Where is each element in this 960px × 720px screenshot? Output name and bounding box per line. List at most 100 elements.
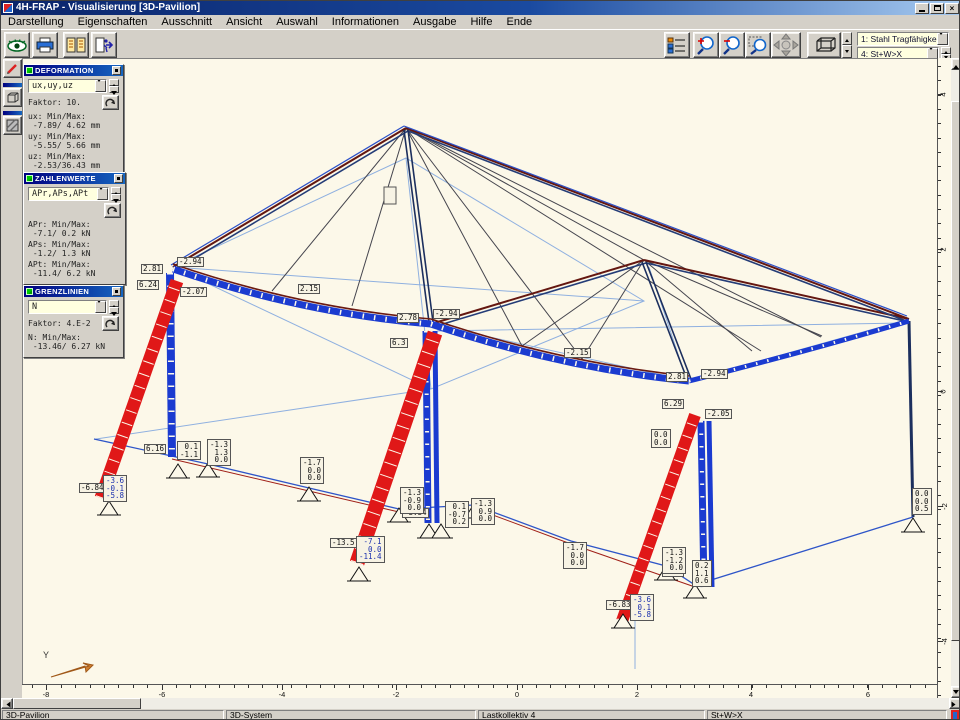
zahlenwerte-spinner[interactable] (111, 187, 121, 201)
pencil-icon (6, 62, 19, 75)
grenzlinien-select-value: N (32, 302, 37, 312)
minmax-value: -2.53/36.43 mm (28, 161, 119, 170)
close-button[interactable]: × (945, 3, 959, 14)
minmax-label: APr: Min/Max: (28, 220, 121, 229)
ruler-horizontal: -8-6-4-20246 (22, 684, 937, 698)
deformation-minmax-rows: ux: Min/Max: -7.89/ 4.62 mmuy: Min/Max: … (28, 112, 119, 170)
deformation-panel-title: DEFORMATION (35, 66, 94, 75)
menu-ausgabe[interactable]: Ausgabe (406, 15, 463, 29)
loadcase-combo-value: 1: Stahl Tragfähigkeit (Th. 1. Or (861, 34, 949, 44)
grenzlinien-panel[interactable]: GRENZLINIEN N Faktor: 4.E-2 (23, 285, 124, 358)
loadcase-combo-arrow[interactable] (937, 33, 948, 45)
section-tool-button[interactable] (3, 116, 22, 135)
grenzlinien-select[interactable]: N (28, 300, 107, 314)
scroll-right-button[interactable] (949, 698, 960, 709)
grenzlinien-spinner[interactable] (109, 300, 119, 314)
menu-ausschnitt[interactable]: Ausschnitt (154, 15, 219, 29)
zoom-out-icon (722, 35, 742, 55)
grenzlinien-close-button[interactable] (112, 287, 121, 296)
minimized-panel-bar[interactable] (3, 83, 22, 87)
pan-arrows-icon (773, 33, 799, 57)
loadcase-combo[interactable]: 1: Stahl Tragfähigkeit (Th. 1. Or (857, 32, 949, 46)
options-tree-icon (667, 36, 687, 54)
menu-auswahl[interactable]: Auswahl (269, 15, 325, 29)
deformation-select[interactable]: ux,uy,uz (28, 79, 107, 93)
deformation-select-arrow[interactable] (95, 80, 106, 92)
view-3d-button[interactable] (807, 32, 841, 58)
zahlenwerte-close-button[interactable] (114, 174, 123, 183)
mini-cube-icon (6, 91, 19, 104)
grenzlinien-select-arrow[interactable] (95, 301, 106, 313)
zahlenwerte-panel-titlebar[interactable]: ZAHLENWERTE (24, 173, 125, 184)
vertical-scrollbar[interactable] (951, 58, 960, 698)
app-icon (3, 3, 13, 13)
zahlenwerte-refresh-button[interactable] (104, 203, 121, 218)
display-options-button[interactable] (664, 32, 690, 58)
zahlenwerte-panel[interactable]: ZAHLENWERTE APr,APs,APt (23, 172, 126, 285)
title-bar[interactable]: 4H-FRAP - Visualisierung [3D-Pavilion] × (1, 1, 960, 15)
menu-darstellung[interactable]: Darstellung (1, 15, 71, 29)
ruler-label: 4 (939, 92, 948, 96)
horizontal-scroll-thumb[interactable] (13, 698, 141, 709)
zahlenwerte-minmax-rows: APr: Min/Max: -7.1/ 0.2 kNAPs: Min/Max: … (28, 220, 121, 278)
cube-3d-icon (811, 35, 837, 55)
ruler-label: -4 (940, 638, 949, 645)
minmax-value: -5.55/ 5.66 mm (28, 141, 119, 150)
deformation-close-button[interactable] (112, 66, 121, 75)
menu-eigenschaften[interactable]: Eigenschaften (71, 15, 155, 29)
pages-button[interactable] (63, 32, 89, 58)
vertical-scroll-thumb[interactable] (951, 101, 960, 641)
deformation-select-value: ux,uy,uz (32, 81, 73, 91)
grenzlinien-panel-title: GRENZLINIEN (35, 287, 89, 296)
edit-tool-button[interactable] (3, 59, 22, 78)
scroll-down-button[interactable] (951, 686, 960, 698)
exit-door-icon (94, 37, 114, 53)
menu-ansicht[interactable]: Ansicht (219, 15, 269, 29)
zahlenwerte-select-arrow[interactable] (97, 188, 108, 200)
menu-informationen[interactable]: Informationen (325, 15, 406, 29)
window-title: 4H-FRAP - Visualisierung [3D-Pavilion] (16, 2, 200, 14)
menu-bar: DarstellungEigenschaftenAusschnittAnsich… (1, 15, 960, 29)
ruler-vertical: 420-2-4 (937, 58, 951, 698)
status-field: St+W>X (707, 710, 947, 720)
minimized-panel-bar-2[interactable] (3, 111, 22, 115)
menu-hilfe[interactable]: Hilfe (463, 15, 499, 29)
status-field: 3D-System (226, 710, 476, 720)
zahlenwerte-panel-title: ZAHLENWERTE (35, 174, 96, 183)
status-app-icon (950, 710, 960, 720)
exit-button[interactable] (91, 32, 117, 58)
panel-icon (26, 67, 33, 74)
view-3d-spinner[interactable] (842, 32, 852, 58)
grenzlinien-panel-titlebar[interactable]: GRENZLINIEN (24, 286, 123, 297)
zoom-in-button[interactable] (693, 32, 719, 58)
eye-icon (7, 38, 27, 52)
panel-icon (26, 288, 33, 295)
minimize-button[interactable] (915, 3, 929, 14)
model-canvas[interactable] (22, 58, 937, 684)
zahlenwerte-select[interactable]: APr,APs,APt (28, 187, 109, 201)
deformation-refresh-button[interactable] (102, 95, 119, 110)
menu-ende[interactable]: Ende (499, 15, 539, 29)
scroll-up-button[interactable] (951, 58, 960, 70)
deformation-spinner[interactable] (109, 79, 119, 93)
minmax-label: uy: Min/Max: (28, 132, 119, 141)
minmax-label: uz: Min/Max: (28, 152, 119, 161)
print-button[interactable] (32, 32, 58, 58)
ruler-label: -2 (940, 503, 949, 510)
ruler-label: 0 (939, 389, 948, 393)
horizontal-scrollbar[interactable] (1, 698, 960, 709)
view-eye-button[interactable] (4, 32, 30, 58)
status-field: Lastkollektiv 4 (478, 710, 705, 720)
zoom-out-button[interactable] (719, 32, 745, 58)
zoom-window-button[interactable] (745, 32, 771, 58)
refresh-icon (105, 319, 116, 329)
refresh-icon (105, 98, 116, 108)
zoom-window-icon (748, 35, 768, 55)
perspective-tool-button[interactable] (3, 88, 22, 107)
deformation-panel[interactable]: DEFORMATION ux,uy,uz Faktor: 10. (23, 64, 124, 177)
deformation-panel-titlebar[interactable]: DEFORMATION (24, 65, 123, 76)
grenzlinien-refresh-button[interactable] (102, 316, 119, 331)
pan-control[interactable] (771, 32, 801, 58)
scroll-left-button[interactable] (1, 698, 13, 709)
maximize-button[interactable] (930, 3, 944, 14)
